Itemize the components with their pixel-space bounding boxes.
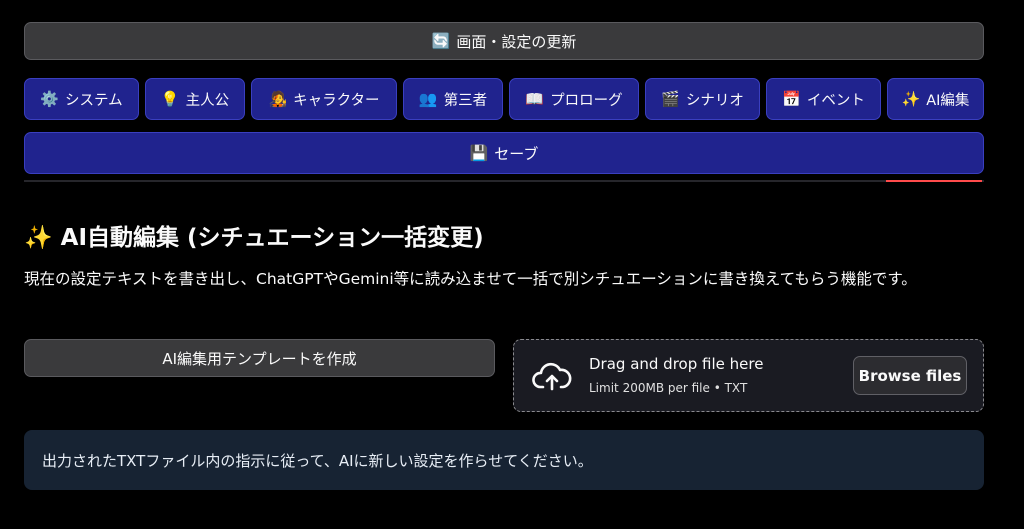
people-icon: 👥 (418, 90, 438, 108)
tab-protagonist[interactable]: 💡 主人公 (145, 78, 245, 120)
tab-prologue[interactable]: 📖 プロローグ (509, 78, 639, 120)
browse-files-button[interactable]: Browse files (853, 356, 967, 395)
book-icon: 📖 (525, 90, 545, 108)
refresh-icon: 🔄 (431, 32, 451, 50)
tab-system[interactable]: ⚙️ システム (24, 78, 139, 120)
tab-label: AI編集 (926, 92, 970, 109)
floppy-disk-icon: 💾 (469, 144, 489, 162)
dropzone-limit: Limit 200MB per file • TXT (589, 381, 748, 395)
active-tab-indicator (886, 180, 982, 182)
tab-label: シナリオ (685, 92, 744, 109)
section-title: ✨ AI自動編集 (シチュエーション一括変更) (24, 218, 484, 252)
tab-label: システム (65, 92, 123, 109)
sparkles-icon: ✨ (901, 90, 921, 108)
clapperboard-icon: 🎬 (661, 90, 680, 108)
calendar-icon: 📅 (782, 90, 801, 108)
tab-ai-edit[interactable]: ✨ AI編集 (887, 78, 984, 120)
info-alert: 出力されたTXTファイル内の指示に従って、AIに新しい設定を作らせてください。 (24, 430, 984, 490)
create-template-button[interactable]: AI編集用テンプレートを作成 (24, 339, 495, 377)
file-dropzone[interactable]: Drag and drop file here Limit 200MB per … (513, 339, 984, 412)
create-template-label: AI編集用テンプレートを作成 (162, 349, 357, 368)
dropzone-instruction: Drag and drop file here (589, 355, 764, 373)
tab-label: 第三者 (443, 92, 488, 109)
tab-event[interactable]: 📅 イベント (766, 78, 881, 120)
save-label: セーブ (494, 144, 539, 163)
cloud-upload-icon (532, 362, 572, 391)
sparkles-icon: ✨ (24, 225, 53, 251)
tab-scenario[interactable]: 🎬 シナリオ (645, 78, 760, 120)
person-icon: 🧑‍🎤 (268, 90, 288, 108)
refresh-button[interactable]: 🔄 画面・設定の更新 (24, 22, 984, 60)
tab-label: キャラクター (293, 92, 380, 109)
tab-character[interactable]: 🧑‍🎤 キャラクター (251, 78, 397, 120)
tab-divider (24, 180, 984, 182)
refresh-label: 画面・設定の更新 (456, 32, 577, 51)
tab-third-party[interactable]: 👥 第三者 (403, 78, 503, 120)
gear-icon: ⚙️ (40, 90, 60, 108)
tab-label: 主人公 (185, 92, 230, 109)
lightbulb-icon: 💡 (160, 90, 180, 108)
section-description: 現在の設定テキストを書き出し、ChatGPTやGemini等に読み込ませて一括で… (24, 270, 917, 288)
save-button[interactable]: 💾 セーブ (24, 132, 984, 174)
section-title-text: AI自動編集 (シチュエーション一括変更) (60, 225, 484, 251)
tab-label: イベント (806, 92, 865, 109)
tab-label: プロローグ (550, 92, 623, 109)
info-alert-text: 出力されたTXTファイル内の指示に従って、AIに新しい設定を作らせてください。 (42, 451, 593, 470)
